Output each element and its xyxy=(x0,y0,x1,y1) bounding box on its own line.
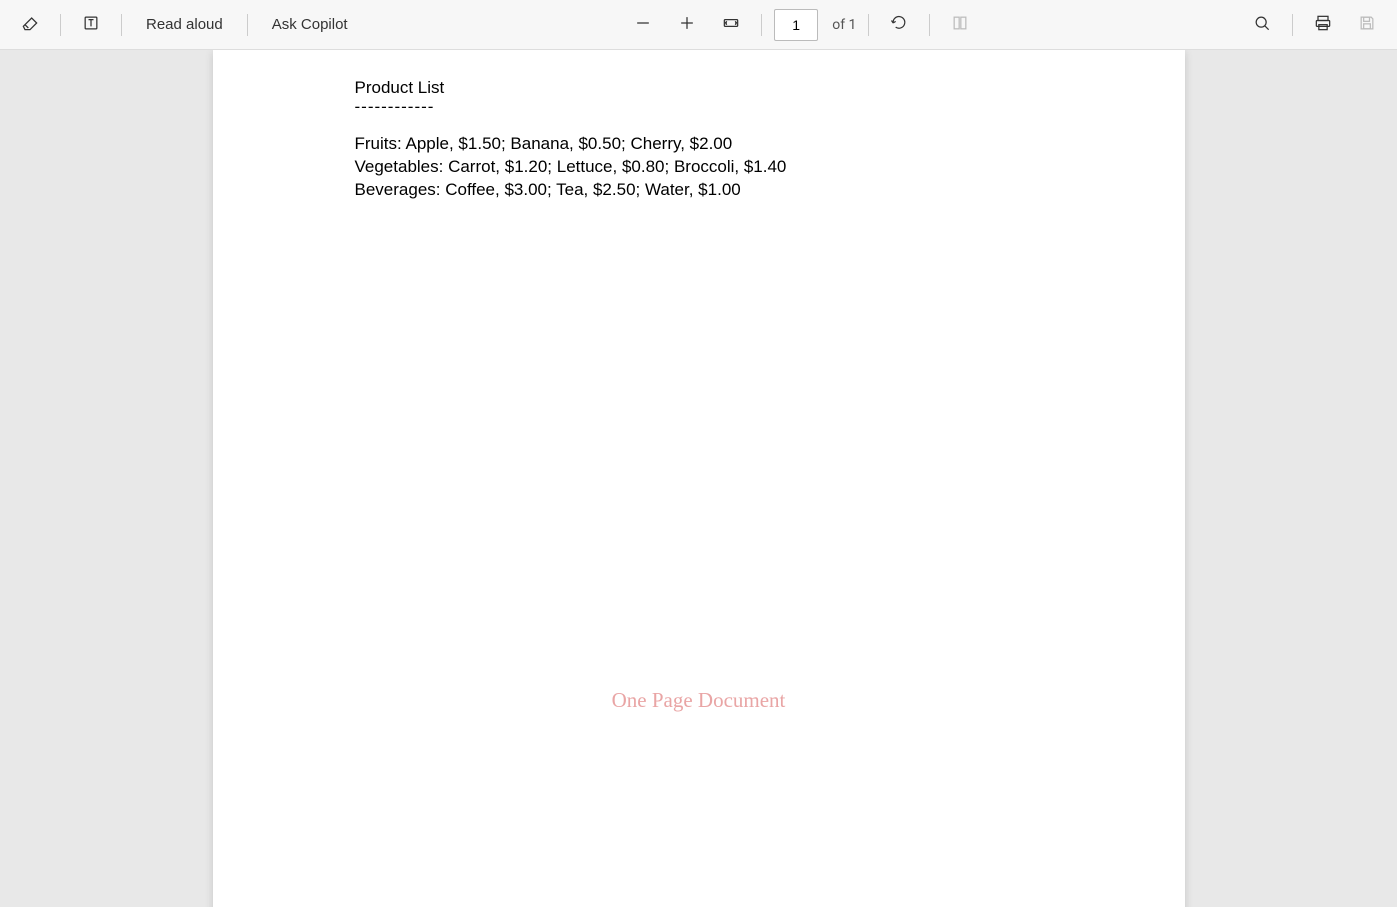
page-number-input[interactable] xyxy=(774,9,818,41)
pdf-toolbar: Read aloud Ask Copilot of 1 xyxy=(0,0,1397,50)
toolbar-divider xyxy=(60,14,61,36)
page-view-icon xyxy=(950,13,970,36)
text-select-icon xyxy=(81,13,101,36)
watermark-text: One Page Document xyxy=(213,688,1185,713)
document-body: Fruits: Apple, $1.50; Banana, $0.50; Che… xyxy=(355,133,1043,202)
minus-icon xyxy=(633,13,653,36)
document-divider: ------------ xyxy=(355,98,1043,117)
document-title: Product List xyxy=(355,78,1043,98)
zoom-in-button[interactable] xyxy=(669,7,705,43)
print-icon xyxy=(1313,13,1333,36)
pdf-viewer[interactable]: Product List ------------ Fruits: Apple,… xyxy=(0,50,1397,907)
fit-width-icon xyxy=(721,13,741,36)
pdf-page: Product List ------------ Fruits: Apple,… xyxy=(213,50,1185,907)
print-button[interactable] xyxy=(1305,7,1341,43)
toolbar-divider xyxy=(247,14,248,36)
rotate-icon xyxy=(889,13,909,36)
document-line: Vegetables: Carrot, $1.20; Lettuce, $0.8… xyxy=(355,156,1043,179)
save-button[interactable] xyxy=(1349,7,1385,43)
fit-width-button[interactable] xyxy=(713,7,749,43)
search-icon xyxy=(1252,13,1272,36)
search-button[interactable] xyxy=(1244,7,1280,43)
page-total-label: of 1 xyxy=(832,17,856,33)
toolbar-right-group xyxy=(1244,7,1385,43)
rotate-button[interactable] xyxy=(881,7,917,43)
draw-erase-button[interactable] xyxy=(12,7,48,43)
toolbar-divider xyxy=(121,14,122,36)
toolbar-center-group: of 1 xyxy=(368,7,1236,43)
zoom-out-button[interactable] xyxy=(625,7,661,43)
text-select-button[interactable] xyxy=(73,7,109,43)
plus-icon xyxy=(677,13,697,36)
document-line: Beverages: Coffee, $3.00; Tea, $2.50; Wa… xyxy=(355,179,1043,202)
toolbar-divider xyxy=(929,14,930,36)
toolbar-divider xyxy=(1292,14,1293,36)
eraser-icon xyxy=(20,13,40,36)
document-line: Fruits: Apple, $1.50; Banana, $0.50; Che… xyxy=(355,133,1043,156)
toolbar-divider xyxy=(868,14,869,36)
read-aloud-button[interactable]: Read aloud xyxy=(134,8,235,41)
ask-copilot-button[interactable]: Ask Copilot xyxy=(260,8,360,41)
toolbar-divider xyxy=(761,14,762,36)
page-view-button[interactable] xyxy=(942,7,978,43)
save-icon xyxy=(1357,13,1377,36)
toolbar-left-group: Read aloud Ask Copilot xyxy=(12,7,360,43)
